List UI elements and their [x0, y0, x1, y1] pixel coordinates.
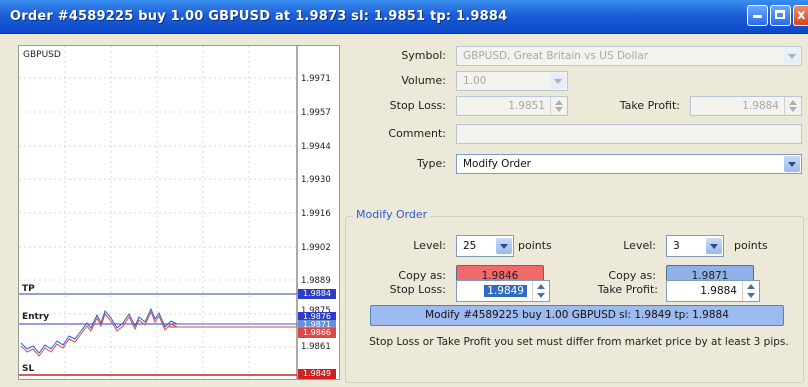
comment-label: Comment: [388, 127, 446, 140]
price-axis-label: 1.9944 [301, 142, 331, 152]
minimize-button[interactable] [747, 5, 768, 26]
volume-select[interactable]: 1.00 [456, 71, 568, 91]
spinner-icon[interactable] [532, 281, 549, 301]
stop-loss-value: 1.9851 [508, 100, 545, 112]
type-select[interactable]: Modify Order [456, 154, 802, 174]
price-axis-label: 1.9902 [301, 243, 331, 253]
modify-take-profit-label: Take Profit: [597, 283, 658, 296]
points-label: points [518, 239, 552, 252]
modify-stop-loss-value: 1.9849 [484, 285, 527, 297]
stop-loss-input[interactable]: 1.9851 [456, 96, 568, 116]
chevron-down-icon [706, 238, 722, 254]
modify-stop-loss-label: Stop Loss: [389, 283, 446, 296]
symbol-select[interactable]: GBPUSD, Great Britain vs US Dollar [456, 46, 802, 66]
chevron-down-icon [784, 48, 800, 64]
type-value: Modify Order [463, 158, 531, 170]
modify-stop-loss-input[interactable]: 1.9849 [456, 280, 550, 302]
close-icon: x [797, 8, 806, 23]
validation-note: Stop Loss or Take Profit you set must di… [369, 336, 789, 348]
symbol-value: GBPUSD, Great Britain vs US Dollar [463, 50, 649, 62]
ask-series [20, 310, 297, 357]
chevron-down-icon [550, 73, 566, 89]
volume-label: Volume: [401, 74, 446, 87]
type-label: Type: [417, 157, 446, 170]
modify-take-profit-value: 1.9884 [700, 285, 737, 297]
chevron-down-icon [784, 156, 800, 172]
level-select-right[interactable]: 3 [666, 235, 724, 257]
entry-level-label: Entry [22, 312, 50, 322]
chevron-down-icon [496, 238, 512, 254]
volume-value: 1.00 [463, 75, 487, 87]
sl-level-label: SL [22, 364, 35, 374]
points-label: points [734, 239, 768, 252]
maximize-icon [775, 10, 785, 19]
spinner-icon[interactable] [784, 97, 801, 115]
chart-canvas [19, 46, 298, 379]
symbol-label: Symbol: [401, 49, 446, 62]
price-axis-label: 1.9861 [301, 342, 331, 352]
modify-order-button[interactable]: Modify #4589225 buy 1.00 GBPUSD sl: 1.98… [370, 305, 784, 326]
take-profit-label: Take Profit: [619, 99, 680, 112]
chart-symbol-label: GBPUSD [23, 50, 61, 60]
price-axis-label: 1.9889 [301, 276, 331, 286]
level-label: Level: [623, 239, 656, 252]
take-profit-value: 1.9884 [742, 100, 779, 112]
spinner-icon[interactable] [742, 281, 759, 301]
price-chart: GBPUSD 1.9971 1.9957 1.9944 1.9930 1.991… [18, 45, 340, 380]
level-value: 25 [463, 240, 477, 252]
price-axis-label: 1.9971 [301, 74, 331, 84]
take-profit-input[interactable]: 1.9884 [690, 96, 802, 116]
copy-as-label: Copy as: [608, 269, 656, 282]
title-bar: Order #4589225 buy 1.00 GBPUSD at 1.9873… [0, 0, 808, 34]
copy-as-label: Copy as: [398, 269, 446, 282]
window-title: Order #4589225 buy 1.00 GBPUSD at 1.9873… [10, 9, 508, 24]
market-price-tag: 1.9866 [298, 328, 336, 338]
modify-order-title: Modify Order [353, 208, 431, 221]
level-label: Level: [413, 239, 446, 252]
price-axis-label: 1.9930 [301, 175, 331, 185]
tp-price-tag: 1.9884 [298, 289, 336, 299]
tp-level-label: TP [22, 284, 35, 294]
price-axis-label: 1.9957 [301, 108, 331, 118]
level-select-left[interactable]: 25 [456, 235, 514, 257]
minimize-icon [753, 15, 762, 18]
maximize-button[interactable] [770, 5, 791, 26]
spinner-icon[interactable] [550, 97, 567, 115]
level-value: 3 [673, 240, 680, 252]
price-axis-label: 1.9916 [301, 209, 331, 219]
stop-loss-label: Stop Loss: [389, 99, 446, 112]
sl-price-tag: 1.9849 [298, 369, 336, 379]
close-button[interactable]: x [793, 5, 808, 26]
comment-input[interactable] [456, 124, 802, 144]
modify-take-profit-input[interactable]: 1.9884 [666, 280, 760, 302]
